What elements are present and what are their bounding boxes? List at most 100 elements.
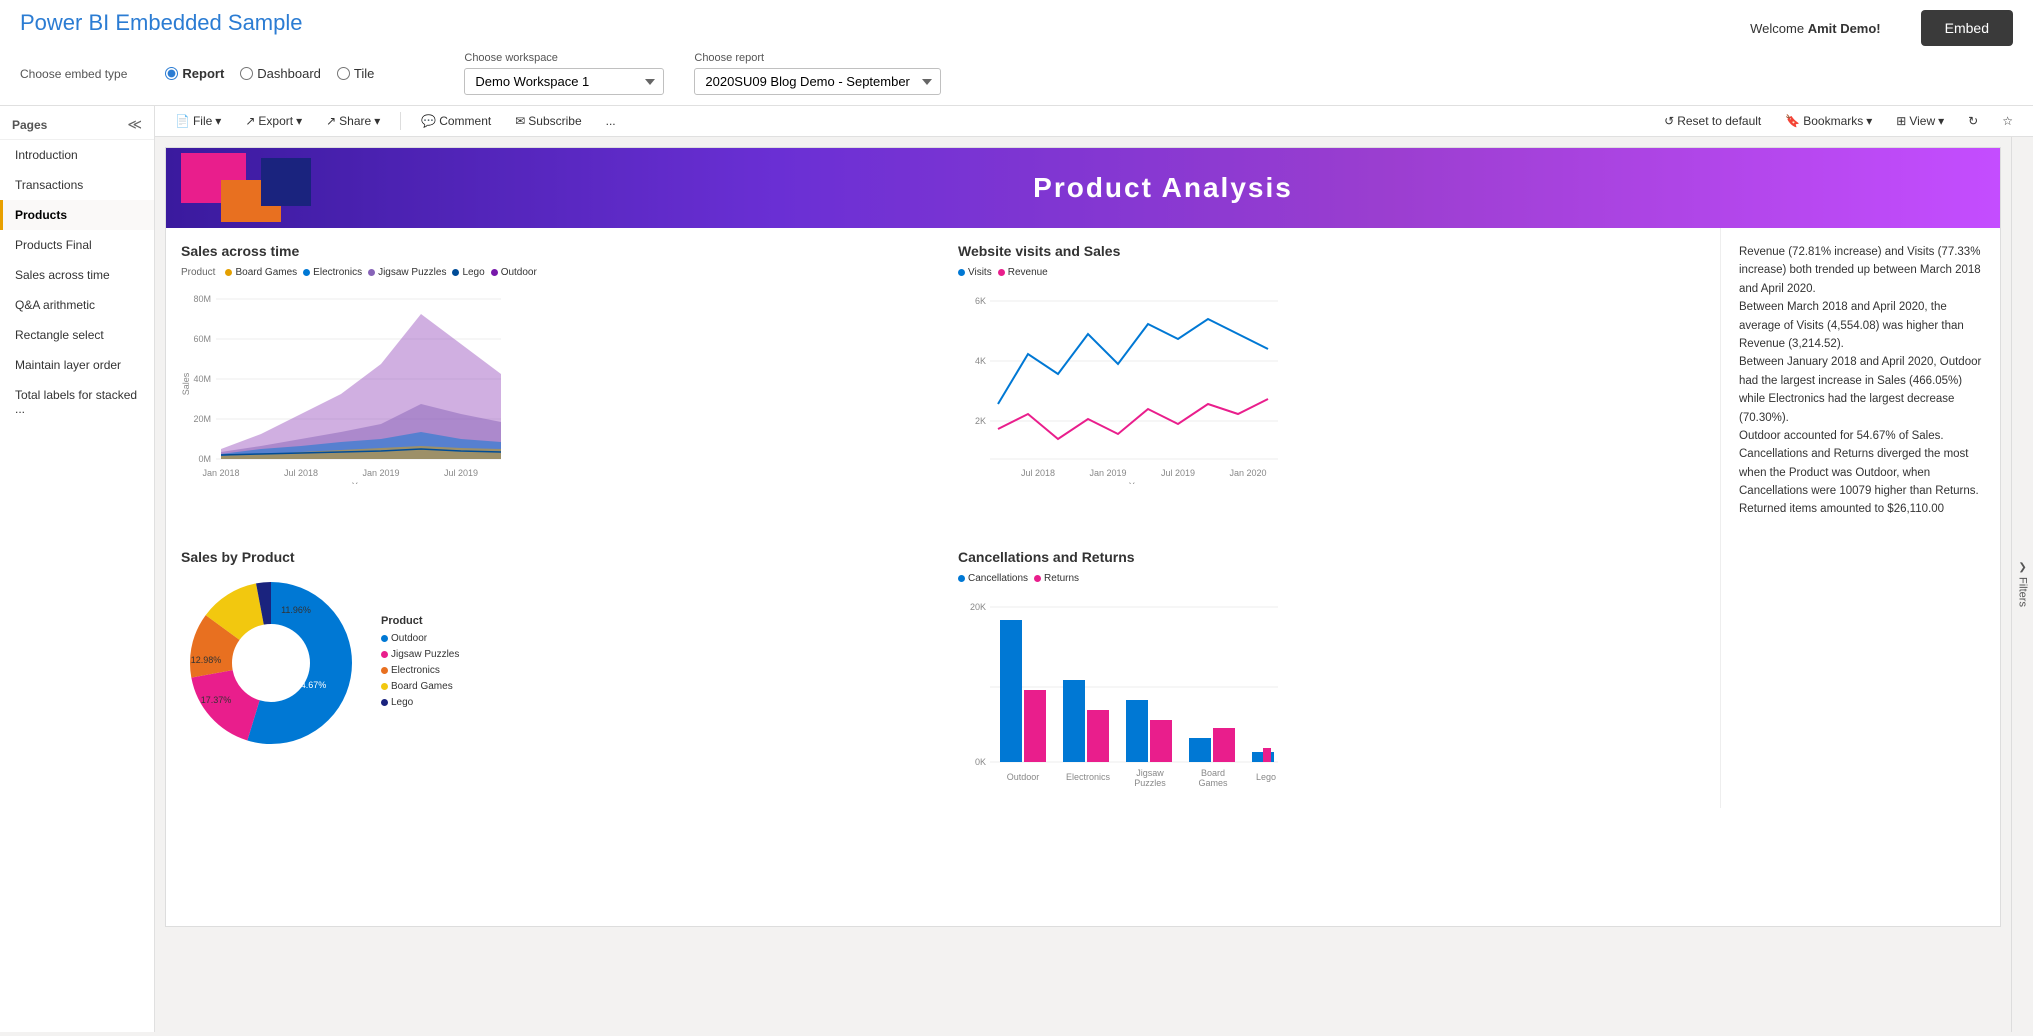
- donut-legend-board-games: Board Games: [381, 681, 459, 692]
- reset-icon: ↺: [1664, 114, 1674, 128]
- svg-text:40M: 40M: [193, 374, 211, 384]
- svg-text:20K: 20K: [970, 602, 986, 612]
- svg-text:0M: 0M: [198, 454, 211, 464]
- report-label: Choose report: [694, 52, 941, 64]
- export-icon: ↗: [245, 114, 255, 128]
- svg-text:Board: Board: [1201, 768, 1225, 778]
- comment-button[interactable]: 💬 Comment: [413, 110, 499, 132]
- insight-1: Revenue (72.81% increase) and Visits (77…: [1739, 243, 1982, 298]
- file-button[interactable]: 📄 File ▾: [167, 110, 229, 132]
- sales-product-title: Sales by Product: [181, 549, 928, 565]
- cancellations-panel: Cancellations and Returns Cancellations …: [943, 534, 1720, 808]
- legend-lego: Lego: [452, 267, 484, 278]
- workspace-dropdown-group: Choose workspace Demo Workspace 1: [464, 52, 664, 95]
- svg-text:6K: 6K: [975, 296, 986, 306]
- legend-dot-electronics: [303, 269, 310, 276]
- svg-text:Jan 2019: Jan 2019: [362, 468, 399, 478]
- sidebar-item-rectangle[interactable]: Rectangle select: [0, 320, 154, 350]
- sidebar-item-introduction[interactable]: Introduction: [0, 140, 154, 170]
- charts-grid: Sales across time Product Board Games El…: [166, 228, 2000, 808]
- legend-cancellations: Cancellations: [958, 573, 1028, 584]
- svg-text:Jul 2018: Jul 2018: [1021, 468, 1055, 478]
- filters-panel[interactable]: ❯ Filters: [2011, 137, 2033, 1032]
- sidebar-item-maintain[interactable]: Maintain layer order: [0, 350, 154, 380]
- share-chevron-icon: ▾: [374, 114, 380, 128]
- radio-tile[interactable]: Tile: [337, 66, 374, 81]
- svg-text:Year: Year: [352, 481, 370, 484]
- svg-text:Games: Games: [1198, 778, 1228, 788]
- insight-5: Cancellations and Returns diverged the m…: [1739, 445, 1982, 519]
- bar-elec-return: [1087, 710, 1109, 762]
- subscribe-button[interactable]: ✉ Subscribe: [507, 110, 589, 132]
- sidebar-item-total-labels[interactable]: Total labels for stacked ...: [0, 380, 154, 424]
- svg-text:Electronics: Electronics: [1066, 772, 1111, 782]
- svg-text:Puzzles: Puzzles: [1134, 778, 1166, 788]
- svg-text:Sales: Sales: [181, 372, 191, 395]
- view-button[interactable]: ⊞ View ▾: [1888, 111, 1952, 131]
- svg-text:60M: 60M: [193, 334, 211, 344]
- view-icon: ⊞: [1896, 114, 1906, 128]
- product-banner: Product Analysis: [166, 148, 2000, 228]
- report-dropdown-group: Choose report 2020SU09 Blog Demo - Septe…: [694, 52, 941, 95]
- shape-dark: [261, 158, 311, 206]
- insights-spacer: [1720, 534, 2000, 808]
- sidebar-collapse-button[interactable]: ≪: [127, 116, 142, 133]
- toolbar: 📄 File ▾ ↗ Export ▾ ↗ Share ▾ 💬 Comment …: [155, 106, 2033, 137]
- svg-text:Jul 2018: Jul 2018: [284, 468, 318, 478]
- donut-legend-outdoor: Outdoor: [381, 633, 459, 644]
- cancellations-legend: Cancellations Returns: [958, 573, 1705, 584]
- radio-report[interactable]: Report: [165, 66, 224, 81]
- reset-button[interactable]: ↺ Reset to default: [1656, 111, 1769, 131]
- sidebar-item-sales-time[interactable]: Sales across time: [0, 260, 154, 290]
- view-chevron-icon: ▾: [1938, 114, 1944, 128]
- svg-text:12.98%: 12.98%: [191, 655, 222, 665]
- svg-text:Jan 2019: Jan 2019: [1089, 468, 1126, 478]
- refresh-button[interactable]: ↻: [1960, 111, 1986, 131]
- share-icon: ↗: [326, 114, 336, 128]
- embed-type-label: Choose embed type: [20, 67, 127, 81]
- svg-text:80M: 80M: [193, 294, 211, 304]
- sales-product-panel: Sales by Product: [166, 534, 943, 808]
- sidebar-item-qa[interactable]: Q&A arithmetic: [0, 290, 154, 320]
- filters-label: Filters: [2017, 577, 2029, 607]
- legend-electronics: Electronics: [303, 267, 362, 278]
- svg-text:11.96%: 11.96%: [281, 605, 311, 615]
- export-button[interactable]: ↗ Export ▾: [237, 110, 310, 132]
- more-button[interactable]: ...: [598, 110, 624, 132]
- bar-lego-return: [1263, 748, 1271, 762]
- file-chevron-icon: ▾: [215, 114, 221, 128]
- share-button[interactable]: ↗ Share ▾: [318, 110, 388, 132]
- sales-time-title: Sales across time: [181, 243, 928, 259]
- insight-2: Between March 2018 and April 2020, the a…: [1739, 298, 1982, 353]
- product-legend-label: Product: [181, 267, 215, 278]
- bookmarks-button[interactable]: 🔖 Bookmarks ▾: [1777, 111, 1880, 131]
- cancellations-title: Cancellations and Returns: [958, 549, 1705, 565]
- bookmark-icon: 🔖: [1785, 114, 1800, 128]
- content-area: Product Analysis Sales across time Produ…: [155, 137, 2011, 1032]
- svg-text:4K: 4K: [975, 356, 986, 366]
- favorite-button[interactable]: ☆: [1994, 111, 2021, 131]
- sidebar-item-products-final[interactable]: Products Final: [0, 230, 154, 260]
- radio-dashboard[interactable]: Dashboard: [240, 66, 321, 81]
- website-legend: Visits Revenue: [958, 267, 1705, 278]
- bar-jigsaw-return: [1150, 720, 1172, 762]
- bar-board-return: [1213, 728, 1235, 762]
- banner-shapes: [166, 148, 316, 228]
- workspace-select[interactable]: Demo Workspace 1: [464, 68, 664, 95]
- main-layout: Pages ≪ Introduction Transactions Produc…: [0, 106, 2033, 1032]
- sidebar-item-products[interactable]: Products: [0, 200, 154, 230]
- insights-panel: Revenue (72.81% increase) and Visits (77…: [1720, 228, 2000, 534]
- svg-text:Year: Year: [1129, 481, 1147, 484]
- embed-button[interactable]: Embed: [1921, 10, 2013, 46]
- donut-legend-electronics: Electronics: [381, 665, 459, 676]
- bar-elec-cancel: [1063, 680, 1085, 762]
- donut-legend-jigsaw: Jigsaw Puzzles: [381, 649, 459, 660]
- sidebar-item-transactions[interactable]: Transactions: [0, 170, 154, 200]
- report-canvas: Product Analysis Sales across time Produ…: [165, 147, 2001, 927]
- svg-text:Lego: Lego: [1256, 772, 1276, 782]
- legend-dot-board-games: [225, 269, 232, 276]
- legend-outdoor: Outdoor: [491, 267, 537, 278]
- legend-visits: Visits: [958, 267, 992, 278]
- comment-icon: 💬: [421, 114, 436, 128]
- report-select[interactable]: 2020SU09 Blog Demo - September: [694, 68, 941, 95]
